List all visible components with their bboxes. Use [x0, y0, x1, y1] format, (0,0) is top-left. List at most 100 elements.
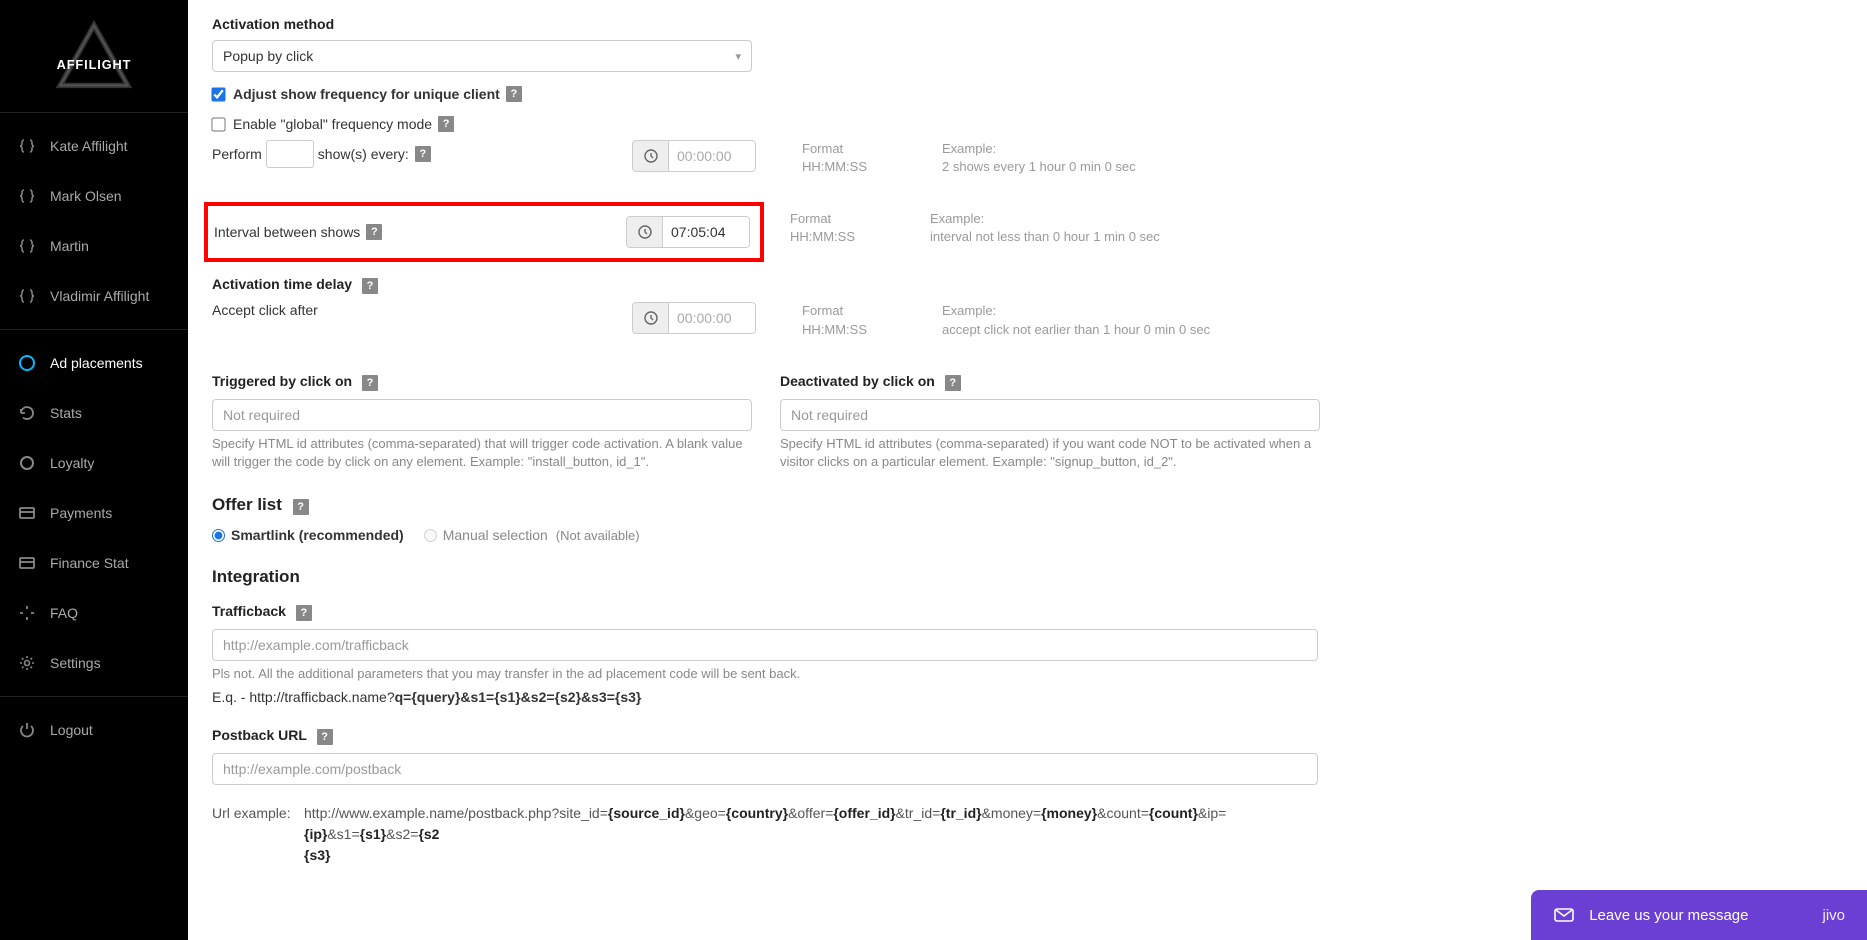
sidebar-item-faq[interactable]: FAQ	[0, 588, 188, 638]
sidebar-item-settings[interactable]: Settings	[0, 638, 188, 688]
sidebar-user-item[interactable]: Mark Olsen	[0, 171, 188, 221]
interval-time-input[interactable]	[626, 216, 750, 248]
format-label: Format	[790, 210, 930, 228]
sidebar-item-loyalty[interactable]: Loyalty	[0, 438, 188, 488]
sidebar-item-stats[interactable]: Stats	[0, 388, 188, 438]
help-icon[interactable]: ?	[506, 86, 522, 102]
offer-list-title: Offer list	[212, 495, 282, 514]
example-label: Example:	[942, 140, 1564, 158]
help-icon[interactable]: ?	[438, 116, 454, 132]
activation-method-label: Activation method	[212, 16, 1564, 32]
triggered-input[interactable]	[212, 399, 752, 431]
sidebar: AFFILIGHT Kate Affilight Mark Olsen Mart…	[0, 0, 188, 940]
adjust-frequency-checkbox[interactable]	[211, 87, 225, 101]
logo-text: AFFILIGHT	[57, 57, 132, 72]
deactivated-help-text: Specify HTML id attributes (comma-separa…	[780, 435, 1320, 471]
sidebar-item-label: Payments	[50, 505, 112, 521]
trafficback-label: Trafficback	[212, 603, 286, 619]
smartlink-text: Smartlink (recommended)	[231, 527, 404, 543]
sidebar-item-label: Logout	[50, 722, 93, 738]
accept-click-time-field[interactable]	[669, 303, 755, 333]
sidebar-item-label: Vladimir Affilight	[50, 288, 149, 304]
perform-time-field[interactable]	[669, 141, 755, 171]
refresh-icon	[18, 404, 36, 422]
sidebar-item-label: Finance Stat	[50, 555, 129, 571]
help-icon[interactable]: ?	[317, 729, 333, 745]
sidebar-item-label: Ad placements	[50, 355, 143, 371]
smartlink-radio-label[interactable]: Smartlink (recommended)	[212, 527, 404, 543]
example-text: accept click not earlier than 1 hour 0 m…	[942, 321, 1564, 339]
trafficback-eq-prefix: E.q. - http://trafficback.name?	[212, 689, 395, 705]
chat-brand: jivo	[1822, 907, 1845, 924]
sidebar-item-label: Loyalty	[50, 455, 94, 471]
accept-click-label: Accept click after	[212, 302, 318, 318]
clock-icon	[627, 217, 663, 247]
deactivated-input[interactable]	[780, 399, 1320, 431]
sidebar-user-item[interactable]: Vladimir Affilight	[0, 271, 188, 321]
perform-count-input[interactable]	[266, 140, 314, 168]
help-icon[interactable]: ?	[415, 146, 431, 162]
interval-label: Interval between shows	[214, 224, 360, 240]
help-icon[interactable]: ?	[362, 375, 378, 391]
not-available-text: (Not available)	[556, 528, 640, 543]
activation-method-select[interactable]: Popup by click ▾	[212, 40, 752, 72]
example-text: 2 shows every 1 hour 0 min 0 sec	[942, 158, 1564, 176]
sidebar-user-item[interactable]: Martin	[0, 221, 188, 271]
manual-radio	[424, 529, 437, 542]
target-icon	[18, 354, 36, 372]
help-icon[interactable]: ?	[945, 375, 961, 391]
sidebar-item-logout[interactable]: Logout	[0, 705, 188, 755]
triggered-label: Triggered by click on	[212, 373, 352, 389]
smartlink-radio[interactable]	[212, 529, 225, 542]
format-label: Format	[802, 302, 942, 320]
sidebar-item-label: Kate Affilight	[50, 138, 128, 154]
help-icon[interactable]: ?	[362, 278, 378, 294]
url-example-label: Url example:	[212, 803, 304, 866]
deactivated-label: Deactivated by click on	[780, 373, 935, 389]
sidebar-item-finance-stat[interactable]: Finance Stat	[0, 538, 188, 588]
braces-icon	[18, 137, 36, 155]
trafficback-input[interactable]	[212, 629, 1318, 661]
trafficback-eq-bold: q={query}&s1={s1}&s2={s2}&s3={s3}	[395, 689, 642, 705]
chevron-down-icon: ▾	[735, 50, 741, 63]
url-example-value: http://www.example.name/postback.php?sit…	[304, 803, 1264, 866]
sidebar-item-label: Settings	[50, 655, 101, 671]
activation-delay-label: Activation time delay	[212, 276, 352, 292]
integration-title: Integration	[212, 567, 1564, 587]
triggered-help-text: Specify HTML id attributes (comma-separa…	[212, 435, 752, 471]
global-frequency-label: Enable "global" frequency mode	[233, 116, 432, 132]
interval-time-field[interactable]	[663, 217, 749, 247]
sidebar-item-label: Mark Olsen	[50, 188, 122, 204]
example-label: Example:	[942, 302, 1564, 320]
perform-time-input[interactable]	[632, 140, 756, 172]
card-icon	[18, 504, 36, 522]
help-icon[interactable]: ?	[293, 499, 309, 515]
manual-radio-label[interactable]: Manual selection	[424, 527, 548, 543]
format-label: Format	[802, 140, 942, 158]
sidebar-user-item[interactable]: Kate Affilight	[0, 121, 188, 171]
sidebar-item-payments[interactable]: Payments	[0, 488, 188, 538]
sidebar-item-ad-placements[interactable]: Ad placements	[0, 338, 188, 388]
sidebar-item-label: Martin	[50, 238, 89, 254]
select-value: Popup by click	[223, 48, 313, 64]
example-label: Example:	[930, 210, 1564, 228]
clock-icon	[633, 141, 669, 171]
global-frequency-checkbox[interactable]	[211, 117, 225, 131]
clock-icon	[633, 303, 669, 333]
perform-prefix: Perform	[212, 146, 262, 162]
format-value: HH:MM:SS	[802, 158, 942, 176]
gear-icon	[18, 654, 36, 672]
format-value: HH:MM:SS	[802, 321, 942, 339]
example-text: interval not less than 0 hour 1 min 0 se…	[930, 228, 1564, 246]
postback-input[interactable]	[212, 753, 1318, 785]
mail-icon	[1553, 904, 1575, 926]
chat-widget[interactable]: Leave us your message jivo	[1531, 890, 1867, 940]
postback-label: Postback URL	[212, 727, 307, 743]
perform-suffix: show(s) every:	[318, 146, 409, 162]
interval-highlight: Interval between shows ?	[204, 202, 764, 262]
sidebar-item-label: FAQ	[50, 605, 78, 621]
chat-message: Leave us your message	[1589, 907, 1748, 924]
accept-click-time-input[interactable]	[632, 302, 756, 334]
help-icon[interactable]: ?	[296, 605, 312, 621]
help-icon[interactable]: ?	[366, 224, 382, 240]
